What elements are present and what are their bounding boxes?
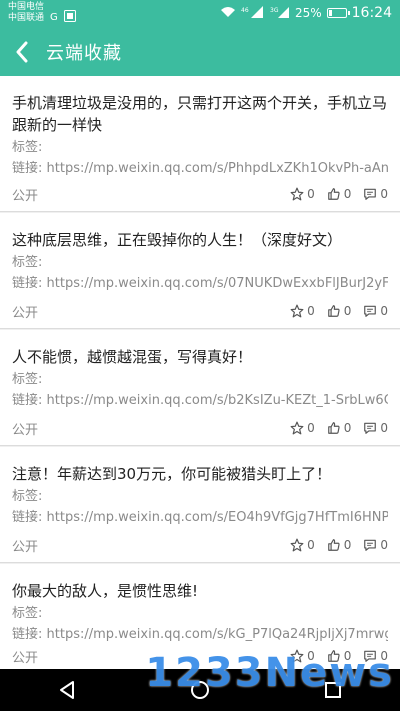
signal-icon-1: 46	[241, 5, 265, 21]
comment-count: 0	[380, 304, 388, 318]
app-notification-icon	[64, 7, 76, 26]
like-count: 0	[343, 304, 352, 318]
system-status: 46 3G 25% 16:24	[220, 5, 392, 21]
article-tags: 标签:	[12, 255, 43, 270]
signal-icon-2: 3G	[270, 6, 290, 21]
like-button[interactable]: 0	[327, 421, 352, 435]
article-footer: 公开 0 0 0	[12, 185, 388, 204]
battery-percent: 25%	[294, 6, 322, 20]
favorite-button[interactable]: 0	[290, 421, 315, 435]
article-link[interactable]: 链接: https://mp.weixin.qq.com/s/b2KsIZu-K…	[12, 391, 388, 410]
thumbs-up-icon	[327, 422, 340, 434]
favorite-count: 0	[307, 304, 315, 318]
article-title[interactable]: 手机清理垃圾是没用的，只需打开这两个开关，手机立马跟新的一样快	[12, 92, 388, 136]
article-title[interactable]: 这种底层思维，正在毁掉你的人生！（深度好文）	[12, 229, 388, 251]
battery-icon	[326, 8, 350, 18]
comment-count: 0	[380, 421, 388, 435]
comment-icon	[364, 188, 377, 200]
article-footer: 公开 0 0 0	[12, 536, 388, 555]
article-tags: 标签:	[12, 140, 43, 155]
star-icon	[290, 187, 304, 201]
article-title[interactable]: 你最大的敌人，是惯性思维!	[12, 580, 388, 602]
like-button[interactable]: 0	[327, 304, 352, 318]
comment-count: 0	[380, 538, 388, 552]
svg-text:46: 46	[241, 7, 249, 14]
favorite-count: 0	[307, 538, 315, 552]
like-count: 0	[343, 187, 352, 201]
app-bar: 云端收藏	[0, 28, 400, 76]
carrier-1: 中国电信	[8, 2, 45, 12]
notification-icons: G	[50, 7, 76, 26]
star-icon	[290, 421, 304, 435]
article-card[interactable]: 注意！年薪达到30万元，你可能被猎头盯上了！ 标签: 链接: https://m…	[0, 447, 400, 563]
like-button[interactable]: 0	[327, 538, 352, 552]
comment-button[interactable]: 0	[363, 187, 388, 201]
article-tags: 标签:	[12, 489, 43, 504]
favorite-button[interactable]: 0	[290, 187, 315, 201]
article-stats: 0 0 0	[290, 187, 388, 201]
carrier-2: 中国联通	[8, 13, 45, 23]
visibility-label: 公开	[12, 305, 39, 321]
visibility-label: 公开	[12, 539, 39, 555]
svg-text:3G: 3G	[270, 7, 279, 14]
visibility-label: 公开	[12, 650, 39, 666]
watermark-logo: 1233News	[145, 650, 394, 696]
article-card[interactable]: 手机清理垃圾是没用的，只需打开这两个开关，手机立马跟新的一样快 标签: 链接: …	[0, 76, 400, 212]
page-title: 云端收藏	[46, 43, 122, 64]
article-footer: 公开 0 0 0	[12, 419, 388, 438]
article-link[interactable]: 链接: https://mp.weixin.qq.com/s/kG_P7lQa2…	[12, 625, 388, 644]
article-list[interactable]: 手机清理垃圾是没用的，只需打开这两个开关，手机立马跟新的一样快 标签: 链接: …	[0, 76, 400, 669]
article-tags: 标签:	[12, 606, 43, 621]
svg-text:G: G	[50, 12, 58, 22]
thumbs-up-icon	[327, 305, 340, 317]
star-icon	[290, 538, 304, 552]
comment-button[interactable]: 0	[363, 421, 388, 435]
star-icon	[290, 304, 304, 318]
back-button[interactable]	[0, 28, 44, 76]
favorite-count: 0	[307, 421, 315, 435]
article-card[interactable]: 这种底层思维，正在毁掉你的人生！（深度好文） 标签: 链接: https://m…	[0, 213, 400, 329]
article-tags: 标签:	[12, 372, 43, 387]
article-title[interactable]: 人不能惯，越惯越混蛋，写得真好！	[12, 346, 388, 368]
like-button[interactable]: 0	[327, 187, 352, 201]
comment-button[interactable]: 0	[363, 304, 388, 318]
favorite-button[interactable]: 0	[290, 538, 315, 552]
visibility-label: 公开	[12, 422, 39, 438]
triangle-back-icon	[59, 681, 74, 699]
thumbs-up-icon	[327, 188, 340, 200]
article-stats: 0 0 0	[290, 538, 388, 552]
article-link[interactable]: 链接: https://mp.weixin.qq.com/s/07NUKDwEx…	[12, 274, 388, 293]
status-bar: 中国电信 中国联通 G 46 3G 25% 16:24	[0, 0, 400, 28]
article-card[interactable]: 人不能惯，越惯越混蛋，写得真好！ 标签: 链接: https://mp.weix…	[0, 330, 400, 446]
like-count: 0	[343, 421, 352, 435]
visibility-label: 公开	[12, 188, 39, 204]
article-stats: 0 0 0	[290, 304, 388, 318]
like-count: 0	[343, 538, 352, 552]
comment-icon	[364, 422, 377, 434]
wifi-icon	[220, 6, 236, 21]
g-network-icon: G	[50, 7, 60, 26]
article-link[interactable]: 链接: https://mp.weixin.qq.com/s/EO4h9VfGj…	[12, 508, 388, 527]
article-stats: 0 0 0	[290, 421, 388, 435]
clock: 16:24	[351, 5, 392, 21]
chevron-left-icon	[16, 41, 28, 63]
article-footer: 公开 0 0 0	[12, 302, 388, 321]
comment-icon	[364, 305, 377, 317]
article-title[interactable]: 注意！年薪达到30万元，你可能被猎头盯上了！	[12, 463, 388, 485]
comment-icon	[364, 539, 377, 551]
comment-button[interactable]: 0	[363, 538, 388, 552]
favorite-button[interactable]: 0	[290, 304, 315, 318]
favorite-count: 0	[307, 187, 315, 201]
article-link[interactable]: 链接: https://mp.weixin.qq.com/s/PhhpdLxZK…	[12, 159, 388, 178]
thumbs-up-icon	[327, 539, 340, 551]
carrier-info: 中国电信 中国联通	[8, 2, 44, 24]
comment-count: 0	[380, 187, 388, 201]
battery-fill	[328, 10, 333, 16]
nav-back-button[interactable]	[47, 674, 87, 706]
